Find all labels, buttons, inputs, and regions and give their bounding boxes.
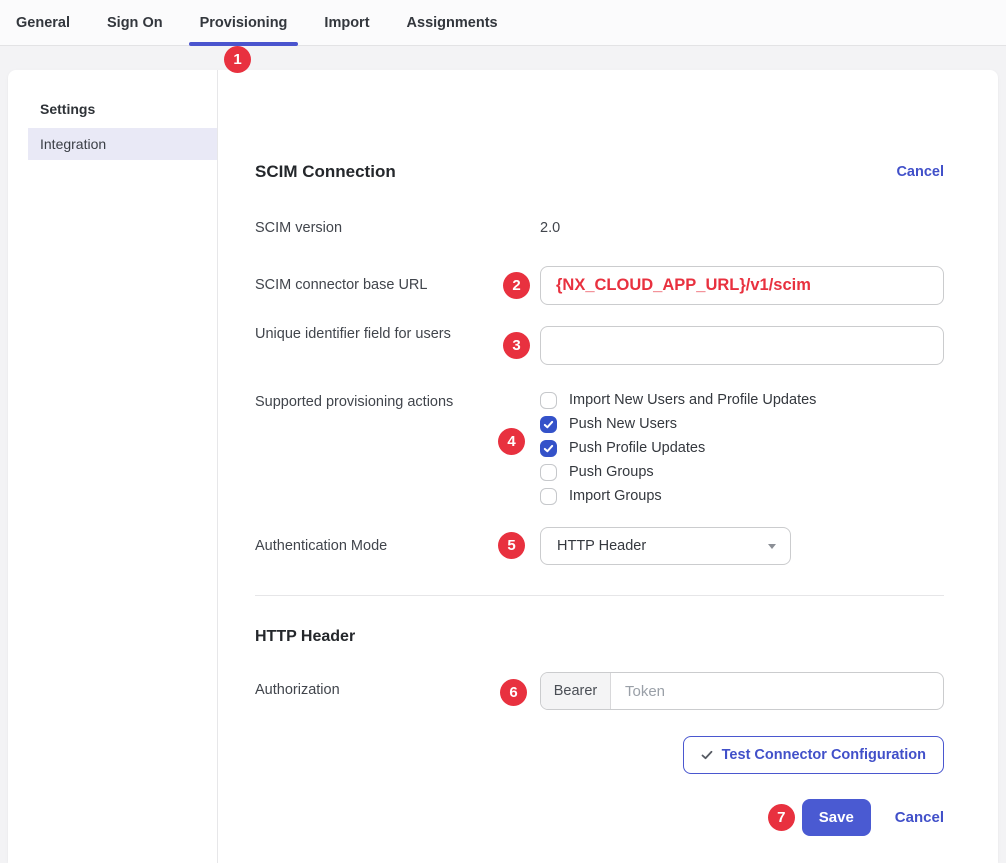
authorization-input-group: Bearer xyxy=(540,672,944,710)
checkbox-label: Push New Users xyxy=(569,416,677,433)
checkbox-push-new-users[interactable]: Push New Users xyxy=(540,416,944,433)
step-badge-5: 5 xyxy=(498,532,525,559)
unique-id-label: Unique identifier field for users xyxy=(255,326,540,342)
step-badge-1: 1 xyxy=(224,46,251,73)
base-url-row: SCIM connector base URL 2 xyxy=(255,266,944,305)
checkbox-label: Import Groups xyxy=(569,488,662,505)
app-tab-bar: General Sign On Provisioning Import Assi… xyxy=(0,0,1006,46)
scim-version-row: SCIM version 2.0 xyxy=(255,220,944,236)
scim-version-label: SCIM version xyxy=(255,220,540,236)
auth-mode-label: Authentication Mode xyxy=(255,527,540,554)
panel-header: SCIM Connection Cancel xyxy=(255,162,944,182)
settings-sidebar: Settings Integration xyxy=(8,70,218,863)
auth-mode-selected-value: HTTP Header xyxy=(557,538,646,554)
http-header-section-title: HTTP Header xyxy=(255,628,944,646)
sidebar-item-label: Integration xyxy=(40,136,106,152)
step-badge-7: 7 xyxy=(768,804,795,831)
unique-id-input[interactable] xyxy=(540,326,944,365)
auth-mode-row: Authentication Mode 5 HTTP Header xyxy=(255,527,944,565)
checkbox-box[interactable] xyxy=(540,392,557,409)
checkbox-box[interactable] xyxy=(540,464,557,481)
checkbox-box[interactable] xyxy=(540,440,557,457)
test-connector-label: Test Connector Configuration xyxy=(722,747,926,763)
sidebar-item-integration[interactable]: Integration xyxy=(28,128,217,160)
scim-connection-panel: SCIM Connection Cancel SCIM version 2.0 … xyxy=(218,70,998,863)
step-badge-3: 3 xyxy=(503,332,530,359)
base-url-label: SCIM connector base URL xyxy=(255,266,540,293)
step-badge-4: 4 xyxy=(498,428,525,455)
test-connector-row: Test Connector Configuration xyxy=(255,736,944,774)
checkbox-label: Import New Users and Profile Updates xyxy=(569,392,816,409)
base-url-input[interactable] xyxy=(540,266,944,305)
authorization-label: Authorization xyxy=(255,672,540,698)
cancel-link-bottom[interactable]: Cancel xyxy=(895,809,944,826)
checkbox-push-profile-updates[interactable]: Push Profile Updates xyxy=(540,440,944,457)
checkbox-label: Push Groups xyxy=(569,464,654,481)
cancel-link-top[interactable]: Cancel xyxy=(896,164,944,180)
step-badge-2: 2 xyxy=(503,272,530,299)
tab-assignments[interactable]: Assignments xyxy=(407,0,498,45)
tab-provisioning[interactable]: Provisioning xyxy=(200,0,288,45)
form-footer: 7 Save Cancel xyxy=(255,799,944,836)
checkbox-import-new-users[interactable]: Import New Users and Profile Updates xyxy=(540,392,944,409)
checkbox-push-groups[interactable]: Push Groups xyxy=(540,464,944,481)
chevron-down-icon xyxy=(768,544,776,549)
token-input[interactable] xyxy=(611,673,943,709)
provisioning-actions-list: Import New Users and Profile Updates Pus… xyxy=(540,392,944,505)
scim-version-value: 2.0 xyxy=(540,220,944,236)
page-title: SCIM Connection xyxy=(255,162,396,182)
check-icon xyxy=(543,443,554,454)
checkbox-import-groups[interactable]: Import Groups xyxy=(540,488,944,505)
provisioning-card: Settings Integration SCIM Connection Can… xyxy=(8,70,998,863)
checkbox-label: Push Profile Updates xyxy=(569,440,705,457)
authorization-row: Authorization 6 Bearer xyxy=(255,672,944,710)
section-divider xyxy=(255,595,944,596)
checkbox-box[interactable] xyxy=(540,488,557,505)
tab-import[interactable]: Import xyxy=(324,0,369,45)
check-icon xyxy=(701,749,713,761)
save-button[interactable]: Save xyxy=(802,799,871,836)
bearer-prefix-label: Bearer xyxy=(541,673,611,709)
check-icon xyxy=(543,419,554,430)
test-connector-button[interactable]: Test Connector Configuration xyxy=(683,736,944,774)
provisioning-actions-label: Supported provisioning actions xyxy=(255,392,540,410)
auth-mode-select[interactable]: HTTP Header xyxy=(540,527,791,565)
tab-sign-on[interactable]: Sign On xyxy=(107,0,163,45)
checkbox-box[interactable] xyxy=(540,416,557,433)
sidebar-heading: Settings xyxy=(40,101,217,117)
unique-id-row: Unique identifier field for users 3 xyxy=(255,326,944,365)
step-badge-6: 6 xyxy=(500,679,527,706)
tab-general[interactable]: General xyxy=(16,0,70,45)
provisioning-actions-row: Supported provisioning actions 4 Import … xyxy=(255,392,944,505)
